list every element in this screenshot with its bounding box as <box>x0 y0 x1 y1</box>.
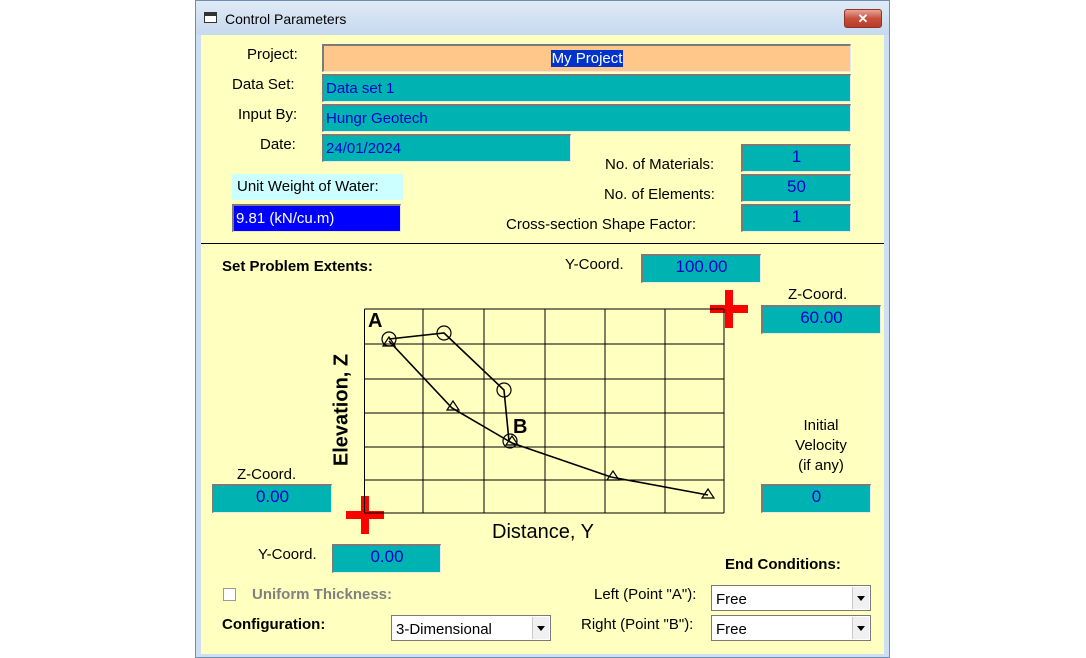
configuration-select[interactable]: 3-Dimensional <box>391 615 551 641</box>
min-y-field[interactable]: 0.00 <box>332 544 441 573</box>
control-parameters-window: Control Parameters ✕ Project: My Project… <box>195 0 890 658</box>
max-y-label: Y-Coord. <box>565 256 624 273</box>
window-icon <box>204 12 217 23</box>
project-value: My Project <box>550 50 624 67</box>
max-z-field[interactable]: 60.00 <box>761 305 881 334</box>
dataset-field[interactable]: Data set 1 <box>322 74 851 102</box>
left-condition-value: Free <box>716 591 747 608</box>
water-label: Unit Weight of Water: <box>232 174 403 200</box>
client-area: Project: My Project Data Set: Data set 1… <box>201 35 884 654</box>
configuration-label: Configuration: <box>222 616 326 633</box>
velocity-field[interactable]: 0 <box>761 484 871 513</box>
velocity-label-line1: Initial <box>803 417 839 434</box>
chevron-down-icon[interactable] <box>852 587 869 609</box>
diagram-grid <box>364 308 725 514</box>
bed-path-line <box>388 340 709 496</box>
elements-label: No. of Elements: <box>604 186 715 203</box>
max-z-label: Z-Coord. <box>788 286 848 303</box>
date-field[interactable]: 24/01/2024 <box>322 134 571 162</box>
right-condition-label: Right (Point "B"): <box>581 616 694 633</box>
uniform-thickness-checkbox[interactable] <box>223 588 236 601</box>
min-z-field[interactable]: 0.00 <box>212 484 332 513</box>
chevron-down-icon[interactable] <box>852 617 869 639</box>
point-b-label: B <box>513 416 528 438</box>
shape-field[interactable]: 1 <box>741 204 851 232</box>
project-field[interactable]: My Project <box>322 44 851 72</box>
section-divider <box>201 243 884 244</box>
x-axis-label-text: Distance, Y <box>492 521 594 543</box>
extents-title: Set Problem Extents: <box>222 258 373 275</box>
velocity-label-line3: (if any) <box>798 457 844 474</box>
close-button[interactable]: ✕ <box>844 9 882 28</box>
water-field[interactable]: 9.81 (kN/cu.m) <box>232 204 401 232</box>
title-bar[interactable]: Control Parameters ✕ <box>196 1 889 35</box>
window-title: Control Parameters <box>225 11 347 27</box>
end-conditions-title: End Conditions: <box>725 556 841 573</box>
velocity-label: Initial Velocity (if any) <box>786 416 856 476</box>
chevron-down-icon[interactable] <box>532 617 549 639</box>
triangle-markers <box>381 335 716 499</box>
max-y-field[interactable]: 100.00 <box>641 254 761 283</box>
velocity-label-line2: Velocity <box>795 437 847 454</box>
left-condition-select[interactable]: Free <box>711 585 871 611</box>
shape-label: Cross-section Shape Factor: <box>506 216 697 233</box>
project-label: Project: <box>247 46 298 63</box>
x-axis-label: Distance, Y <box>492 521 594 544</box>
min-y-label: Y-Coord. <box>258 546 317 563</box>
point-a-label: A <box>368 310 383 332</box>
right-condition-select[interactable]: Free <box>711 615 871 641</box>
path-diagram <box>364 308 725 514</box>
elements-field[interactable]: 50 <box>741 174 851 202</box>
min-z-label: Z-Coord. <box>237 466 297 483</box>
date-label: Date: <box>260 136 296 153</box>
uniform-thickness-label: Uniform Thickness: <box>252 586 393 603</box>
materials-label: No. of Materials: <box>605 156 715 173</box>
dataset-label: Data Set: <box>232 76 295 93</box>
inputby-label: Input By: <box>238 106 298 123</box>
surface-path-line <box>388 332 510 442</box>
inputby-field[interactable]: Hungr Geotech <box>322 104 851 132</box>
left-condition-label: Left (Point "A"): <box>594 586 697 603</box>
configuration-value: 3-Dimensional <box>396 621 492 638</box>
right-condition-value: Free <box>716 621 747 638</box>
y-axis-label: Elevation, Z <box>330 353 353 467</box>
materials-field[interactable]: 1 <box>741 144 851 172</box>
